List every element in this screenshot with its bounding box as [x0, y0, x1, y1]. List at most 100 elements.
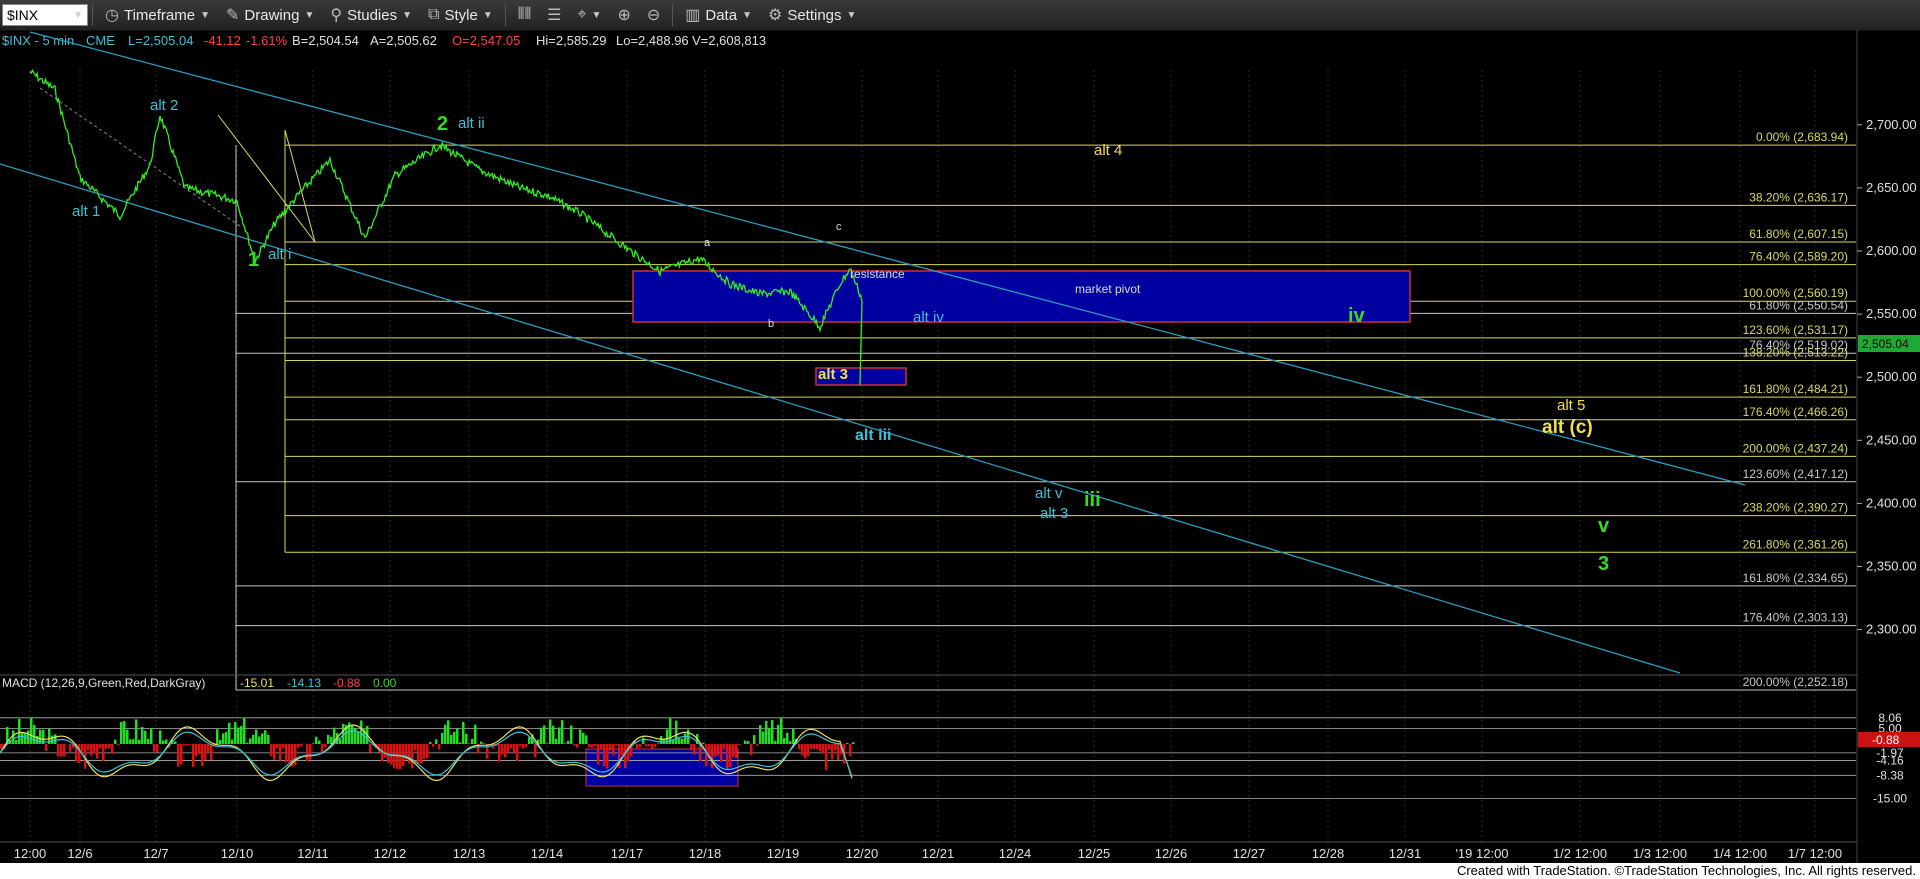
macd-bar — [681, 738, 684, 744]
fib-level-label: 161.80% (2,484.21) — [1743, 382, 1848, 396]
macd-bar — [0, 744, 3, 749]
panels-button[interactable]: ☰ — [539, 2, 569, 28]
chevron-down-icon: ▼ — [200, 9, 210, 21]
macd-diff: -0.88 — [333, 676, 361, 690]
wave-labels: alt 1 alt 2 1 alt i 2 alt ii a b c resistance mark… — [72, 97, 1610, 575]
symbol-input[interactable]: $INX ▼ — [2, 4, 88, 26]
macd-last-value: -0.88 — [1872, 733, 1900, 747]
macd-bar — [561, 720, 564, 744]
wave-label: a — [704, 237, 711, 249]
macd-tick-label: -4.16 — [1876, 754, 1904, 768]
macd-bar — [549, 719, 552, 744]
macd-bar — [417, 744, 420, 763]
chevron-down-icon[interactable]: ▼ — [73, 10, 83, 21]
macd-bar — [759, 725, 762, 744]
macd-bar — [324, 744, 327, 748]
macd-bar — [240, 726, 243, 744]
drawing-menu[interactable]: ✎ Drawing ▼ — [218, 2, 322, 28]
macd-bar — [822, 744, 825, 754]
macd-bar — [675, 720, 678, 744]
lower-trend-line — [0, 163, 1681, 674]
macd-bar — [150, 728, 153, 744]
macd-bar — [771, 720, 774, 744]
macd-bar — [693, 744, 696, 755]
macd-bar — [402, 744, 405, 767]
macd-bar — [258, 736, 261, 744]
fib-level-label: 238.20% (2,390.27) — [1743, 501, 1848, 515]
macd-bar — [711, 744, 714, 769]
macd-bar — [474, 724, 477, 744]
macd-bar — [789, 741, 792, 744]
macd-bar — [576, 744, 579, 748]
x-tick-label: 12/13 — [453, 846, 486, 861]
macd-bar — [195, 744, 198, 757]
macd-bar — [777, 724, 780, 744]
macd-bar — [243, 717, 246, 744]
panels-icon: ☰ — [547, 7, 562, 24]
macd-bar — [648, 744, 651, 746]
macd-bar — [270, 744, 273, 756]
zoom-out-icon: ⊖ — [646, 7, 661, 24]
fib-level-label: 261.80% (2,361.26) — [1743, 537, 1848, 551]
macd-bar — [654, 744, 657, 747]
wave-label: alt (c) — [1542, 417, 1593, 438]
macd-bar — [570, 725, 573, 744]
macd-bar — [615, 744, 618, 746]
zoom-out-button[interactable]: ⊖ — [639, 2, 668, 28]
macd-bar — [189, 744, 192, 746]
macd-bar — [78, 744, 81, 764]
wave-label: b — [768, 318, 774, 330]
macd-bar — [603, 744, 606, 767]
macd-bar — [750, 744, 753, 756]
macd-bar — [558, 727, 561, 744]
macd-bar — [462, 721, 465, 744]
macd-bar — [807, 744, 810, 757]
zoom-in-button[interactable]: ⊕ — [609, 2, 638, 28]
macd-pane: MACD (12,26,9,Green,Red,DarkGray) -15.01… — [0, 676, 1920, 806]
macd-bar — [471, 738, 474, 744]
macd-bar — [738, 744, 741, 745]
macd-bar — [597, 744, 600, 765]
style-menu[interactable]: ⧉ Style ▼ — [420, 2, 501, 28]
timeframe-menu[interactable]: ◷ Timeframe ▼ — [97, 2, 218, 28]
settings-menu[interactable]: ⚙ Settings ▼ — [760, 2, 864, 28]
x-tick-label: 12/14 — [531, 846, 564, 861]
macd-bar — [645, 744, 648, 747]
macd-bar — [429, 741, 432, 744]
macd-bar — [201, 744, 204, 767]
macd-bar — [117, 744, 120, 746]
wave-label: alt 3 — [1040, 505, 1068, 522]
macd-bar — [198, 744, 201, 754]
macd-bar — [714, 744, 717, 757]
macd-bar — [246, 742, 249, 744]
data-menu[interactable]: ▥ Data ▼ — [677, 2, 760, 28]
macd-bar — [798, 744, 801, 750]
macd-bar — [564, 743, 567, 744]
macd-bar — [825, 744, 828, 770]
macd-bar — [24, 733, 27, 744]
macd-bar — [609, 744, 612, 751]
macd-bar — [774, 740, 777, 744]
macd-bar — [756, 744, 759, 746]
studies-menu[interactable]: ⚲ Studies ▼ — [322, 2, 420, 28]
chart-area[interactable]: $INX - 5 min CME L=2,505.04 -41.12 -1.61… — [0, 30, 1920, 863]
macd-bar — [180, 744, 183, 765]
macd-bar — [264, 730, 267, 744]
x-tick-label: 12/25 — [1078, 846, 1111, 861]
macd-bar — [186, 744, 189, 746]
wave-label: 3 — [1598, 553, 1609, 575]
macd-bar — [267, 734, 270, 744]
cursor-menu[interactable]: ⌖ ▼ — [570, 2, 610, 28]
macd-bar — [126, 729, 129, 744]
fib-level-label: 161.80% (2,334.65) — [1743, 571, 1848, 585]
bar-spacing-button[interactable]: ⫴⫴ — [510, 2, 539, 28]
macd-bar — [159, 730, 162, 744]
macd-bar — [225, 731, 228, 744]
style-label: Style — [444, 6, 478, 24]
clock-icon: ◷ — [105, 7, 119, 24]
macd-bar — [177, 744, 180, 767]
macd-bar — [720, 744, 723, 762]
macd-bar — [174, 741, 177, 744]
macd-bar — [465, 733, 468, 744]
yellow-wedge-c — [284, 129, 316, 243]
